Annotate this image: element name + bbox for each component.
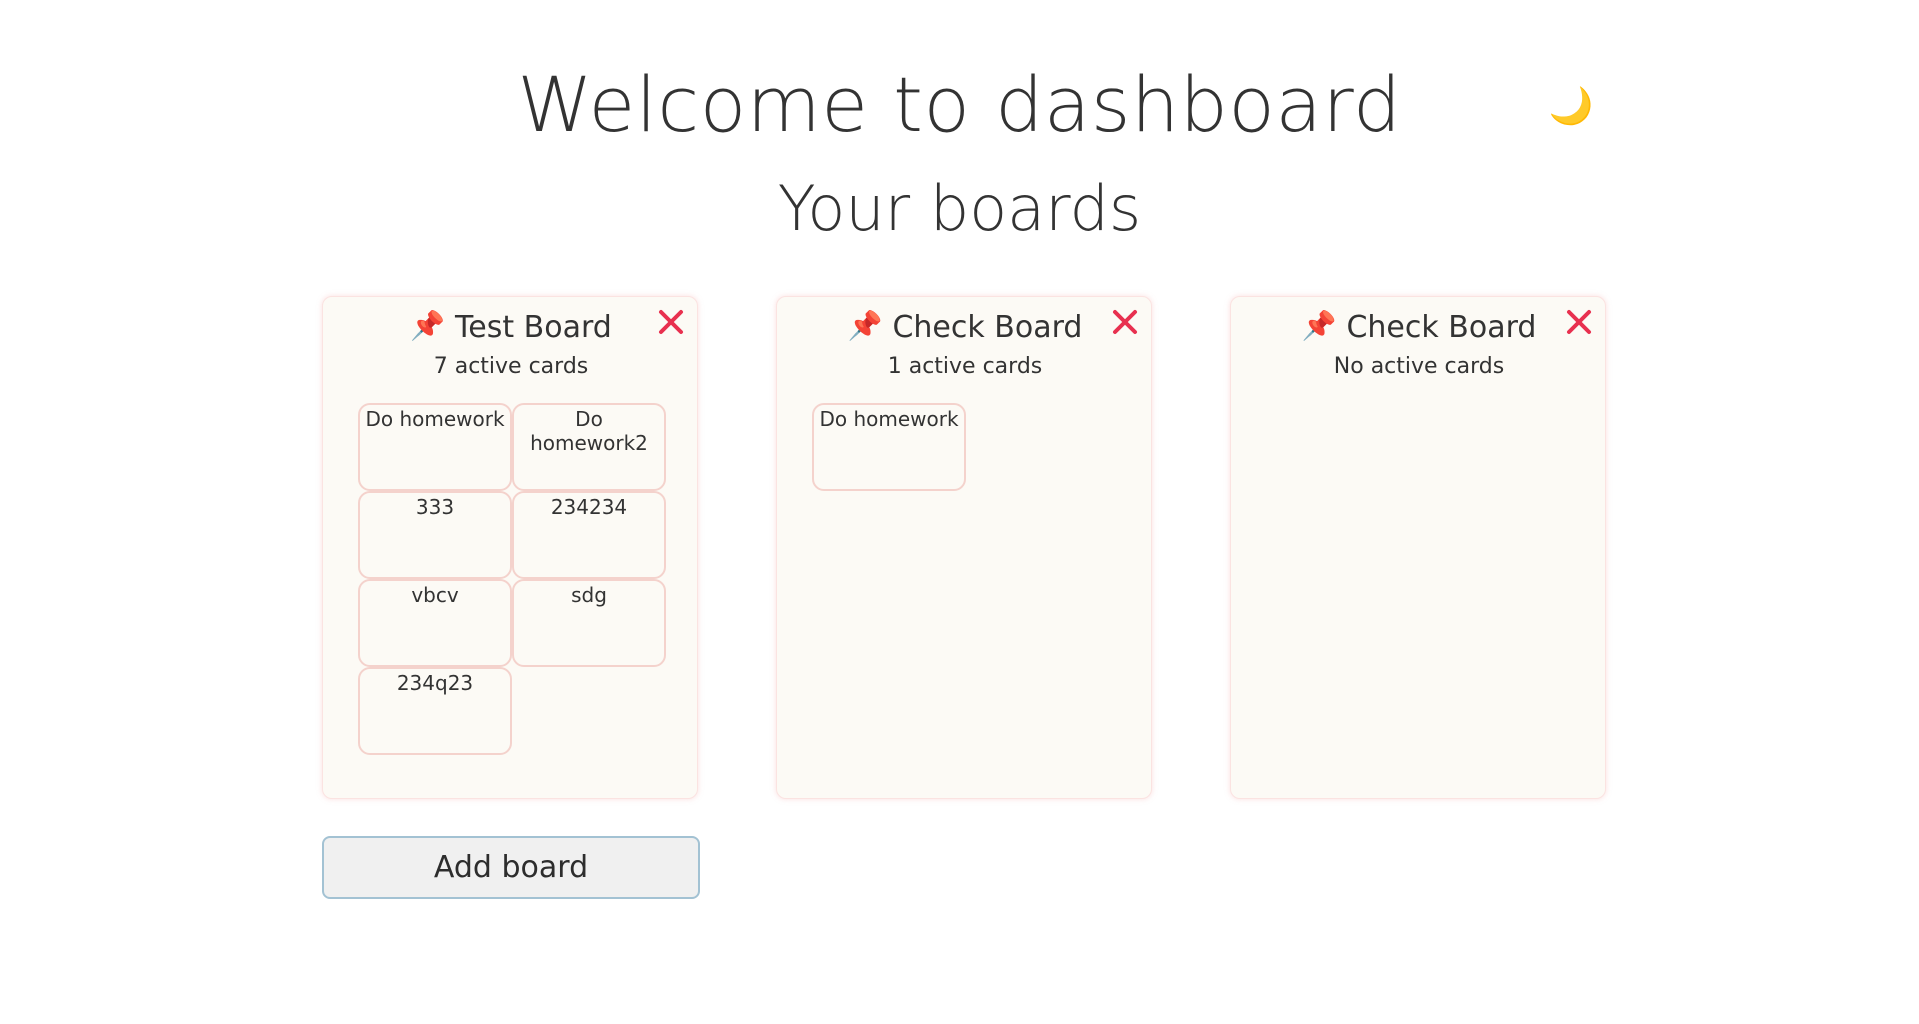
task-card[interactable]: Do homework: [812, 403, 966, 491]
board-card[interactable]: 📌 Check Board 1 active cards Do homework: [776, 296, 1152, 799]
theme-toggle-button[interactable]: 🌙: [1545, 80, 1597, 132]
pin-icon: 📌: [847, 309, 883, 342]
board-header: 📌 Check Board: [1231, 305, 1607, 349]
pin-icon: 📌: [1301, 309, 1337, 342]
moon-icon: 🌙: [1548, 86, 1594, 127]
task-card[interactable]: vbcv: [358, 579, 512, 667]
task-card[interactable]: Do homework: [358, 403, 512, 491]
delete-board-close-icon[interactable]: [1110, 307, 1140, 337]
active-cards-count: No active cards: [1333, 354, 1505, 379]
close-icon-glyph: [659, 310, 683, 334]
board-title: Check Board: [892, 309, 1083, 345]
task-card[interactable]: 234q23: [358, 667, 512, 755]
task-card[interactable]: 333: [358, 491, 512, 579]
board-card[interactable]: 📌 Test Board 7 active cards Do homework …: [322, 296, 698, 799]
active-cards-count: 7 active cards: [433, 354, 589, 379]
close-icon-glyph: [1113, 310, 1137, 334]
board-header: 📌 Test Board: [323, 305, 699, 349]
task-card[interactable]: Do homework2: [512, 403, 666, 491]
task-card[interactable]: 234234: [512, 491, 666, 579]
board-title: Test Board: [455, 309, 612, 345]
close-icon-glyph: [1567, 310, 1591, 334]
board-header: 📌 Check Board: [777, 305, 1153, 349]
pin-icon: 📌: [410, 309, 446, 342]
boards-grid: 📌 Test Board 7 active cards Do homework …: [322, 296, 1610, 801]
page-title: Welcome to dashboard: [517, 60, 1402, 149]
add-board-button[interactable]: Add board: [322, 836, 700, 899]
task-card[interactable]: sdg: [512, 579, 666, 667]
delete-board-close-icon[interactable]: [1564, 307, 1594, 337]
board-title: Check Board: [1346, 309, 1537, 345]
board-card[interactable]: 📌 Check Board No active cards: [1230, 296, 1606, 799]
active-cards-count: 1 active cards: [887, 354, 1043, 379]
delete-board-close-icon[interactable]: [656, 307, 686, 337]
section-title: Your boards: [777, 172, 1142, 245]
